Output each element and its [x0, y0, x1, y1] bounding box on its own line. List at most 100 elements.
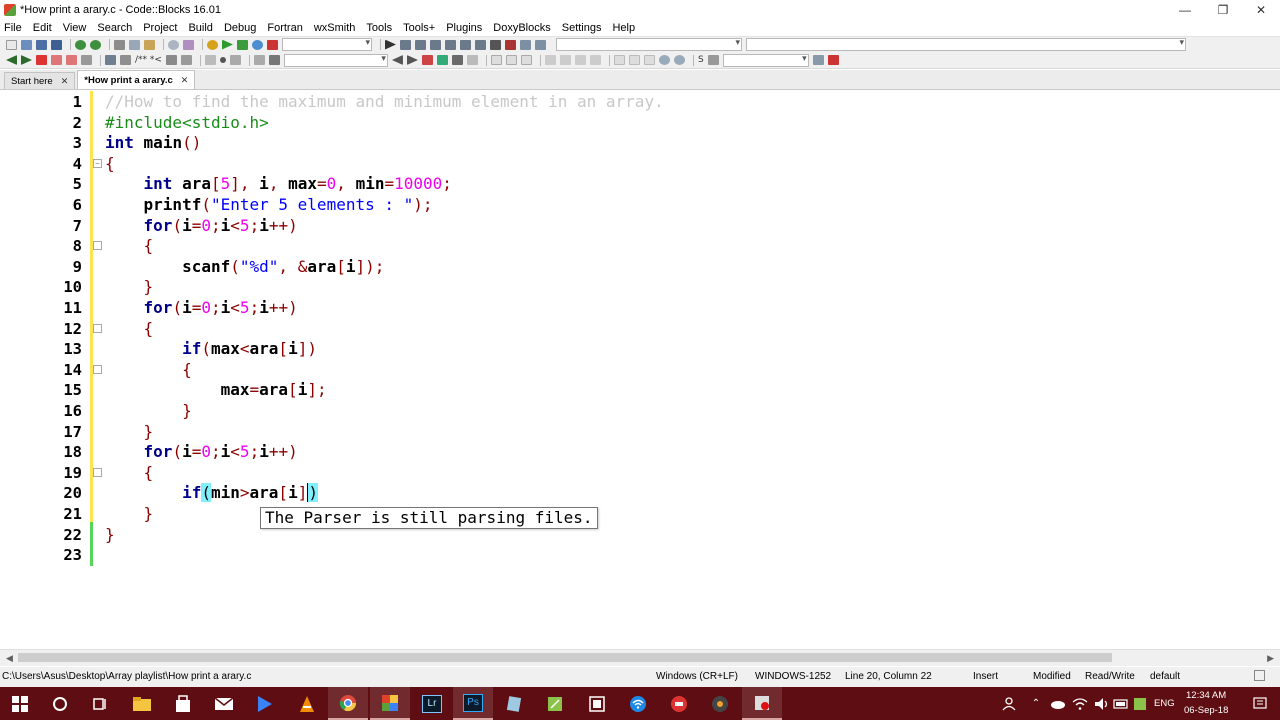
- copy-icon[interactable]: [129, 39, 140, 50]
- fold-toggle-icon[interactable]: [93, 468, 102, 477]
- search-combo[interactable]: [283, 53, 388, 67]
- stop-debug-icon[interactable]: [505, 39, 516, 50]
- build-icon[interactable]: [207, 39, 218, 50]
- step-into-instruction-icon[interactable]: [475, 39, 486, 50]
- photoshop-icon[interactable]: Ps: [453, 687, 493, 720]
- code-completion-combo[interactable]: [722, 53, 809, 67]
- scroll-right-icon[interactable]: ▶: [1267, 653, 1274, 664]
- run-icon[interactable]: [222, 39, 233, 50]
- block-icon[interactable]: [490, 55, 502, 65]
- fold-toggle-icon[interactable]: [93, 365, 102, 374]
- abort-icon[interactable]: [267, 39, 278, 50]
- media-app-icon[interactable]: [700, 687, 740, 720]
- next-instruction-icon[interactable]: [460, 39, 471, 50]
- language-indicator[interactable]: ENG: [1154, 698, 1175, 709]
- paste-icon[interactable]: [144, 39, 155, 50]
- layout-icon[interactable]: [505, 55, 517, 65]
- prev-icon[interactable]: [253, 55, 265, 65]
- media-player-icon[interactable]: [244, 687, 284, 720]
- code-editor[interactable]: 1 2 3 4 5 6 7 8 9 10 11 12 13 14 15 16 1…: [0, 91, 1280, 649]
- doxy-config-icon[interactable]: [180, 55, 192, 65]
- find-prev-icon[interactable]: [391, 55, 403, 65]
- debug-info-icon[interactable]: [535, 39, 546, 50]
- settings-tool-icon[interactable]: [827, 55, 839, 65]
- onedrive-icon[interactable]: [1047, 687, 1069, 720]
- find-icon[interactable]: [168, 39, 179, 50]
- game-app-icon[interactable]: [659, 687, 699, 720]
- zoom-in-icon[interactable]: [658, 55, 670, 65]
- menu-search[interactable]: Search: [97, 22, 132, 34]
- app-tray-icon[interactable]: [1130, 687, 1150, 720]
- tab-start-here[interactable]: Start here ✕: [4, 72, 76, 89]
- step-into-icon[interactable]: [430, 39, 441, 50]
- tool-icon[interactable]: [204, 55, 216, 65]
- tab-how-print-a-arary[interactable]: *How print a arary.c ✕: [77, 70, 196, 89]
- next-line-icon[interactable]: [415, 39, 426, 50]
- s-button[interactable]: S: [698, 55, 704, 65]
- notepad-icon[interactable]: [535, 687, 575, 720]
- format-icon[interactable]: [544, 55, 556, 65]
- fold-toggle-icon[interactable]: −: [93, 159, 102, 168]
- close-button[interactable]: ✕: [1242, 0, 1280, 20]
- match-case-icon[interactable]: [466, 55, 478, 65]
- store-icon[interactable]: [163, 687, 203, 720]
- doxy-run-icon[interactable]: [165, 55, 177, 65]
- debug-combo[interactable]: [556, 37, 742, 51]
- toggle-comment-icon[interactable]: [105, 55, 116, 65]
- wifi-app-icon[interactable]: [618, 687, 658, 720]
- format-2-icon[interactable]: [559, 55, 571, 65]
- regex-icon[interactable]: [451, 55, 463, 65]
- zoom-out-icon[interactable]: [673, 55, 685, 65]
- menu-view[interactable]: View: [63, 22, 87, 34]
- notifications-icon[interactable]: [1240, 687, 1280, 720]
- uncomment-icon[interactable]: [120, 55, 131, 65]
- menu-tools-plus[interactable]: Tools+: [403, 22, 435, 34]
- menu-file[interactable]: File: [4, 22, 22, 34]
- breakpoint-icon[interactable]: [219, 57, 226, 63]
- menu-doxyblocks[interactable]: DoxyBlocks: [493, 22, 550, 34]
- cut-icon[interactable]: [114, 39, 125, 50]
- people-icon[interactable]: [996, 687, 1022, 720]
- fold-toggle-icon[interactable]: [93, 241, 102, 250]
- doxy-comment-button[interactable]: /** *<: [135, 55, 162, 65]
- replace-icon[interactable]: [183, 39, 194, 50]
- save-all-icon[interactable]: [51, 39, 62, 50]
- build-and-run-icon[interactable]: [237, 39, 248, 50]
- horizontal-scrollbar[interactable]: ◀ ▶: [0, 649, 1280, 666]
- show-hidden-icons-icon[interactable]: ⌃: [1025, 687, 1047, 720]
- layout-2-icon[interactable]: [520, 55, 532, 65]
- build-target-select[interactable]: [282, 37, 372, 51]
- maximize-button[interactable]: ❐: [1204, 0, 1242, 20]
- debug-windows-icon[interactable]: [520, 39, 531, 50]
- menu-wxsmith[interactable]: wxSmith: [314, 22, 356, 34]
- wifi-status-icon[interactable]: [1069, 687, 1091, 720]
- mail-icon[interactable]: [204, 687, 244, 720]
- run-to-cursor-icon[interactable]: [400, 39, 411, 50]
- close-icon[interactable]: ✕: [181, 75, 189, 86]
- next-bookmark-icon[interactable]: [66, 55, 77, 65]
- selected-text-icon[interactable]: [436, 55, 448, 65]
- menu-build[interactable]: Build: [188, 22, 212, 34]
- battery-icon[interactable]: [1111, 687, 1131, 720]
- menu-tools[interactable]: Tools: [366, 22, 392, 34]
- save-icon[interactable]: [36, 39, 47, 50]
- file-explorer-icon[interactable]: [122, 687, 162, 720]
- lightroom-icon[interactable]: Lr: [412, 687, 452, 720]
- cortana-search-icon[interactable]: [40, 687, 80, 720]
- window-2-icon[interactable]: [628, 55, 640, 65]
- format-3-icon[interactable]: [574, 55, 586, 65]
- fold-toggle-icon[interactable]: [93, 324, 102, 333]
- scrollbar-thumb[interactable]: [18, 653, 1112, 662]
- jump-back-icon[interactable]: [6, 55, 17, 65]
- codeblocks-taskbar-icon[interactable]: [370, 687, 410, 720]
- menu-fortran[interactable]: Fortran: [267, 22, 302, 34]
- vlc-icon[interactable]: [287, 687, 327, 720]
- jump-forward-icon[interactable]: [21, 55, 32, 65]
- task-view-icon[interactable]: [80, 687, 120, 720]
- open-file-icon[interactable]: [21, 39, 32, 50]
- resize-grip-icon[interactable]: [1254, 670, 1265, 681]
- window-3-icon[interactable]: [643, 55, 655, 65]
- close-icon[interactable]: ✕: [61, 76, 69, 87]
- menu-plugins[interactable]: Plugins: [446, 22, 482, 34]
- step-icon[interactable]: [229, 55, 241, 65]
